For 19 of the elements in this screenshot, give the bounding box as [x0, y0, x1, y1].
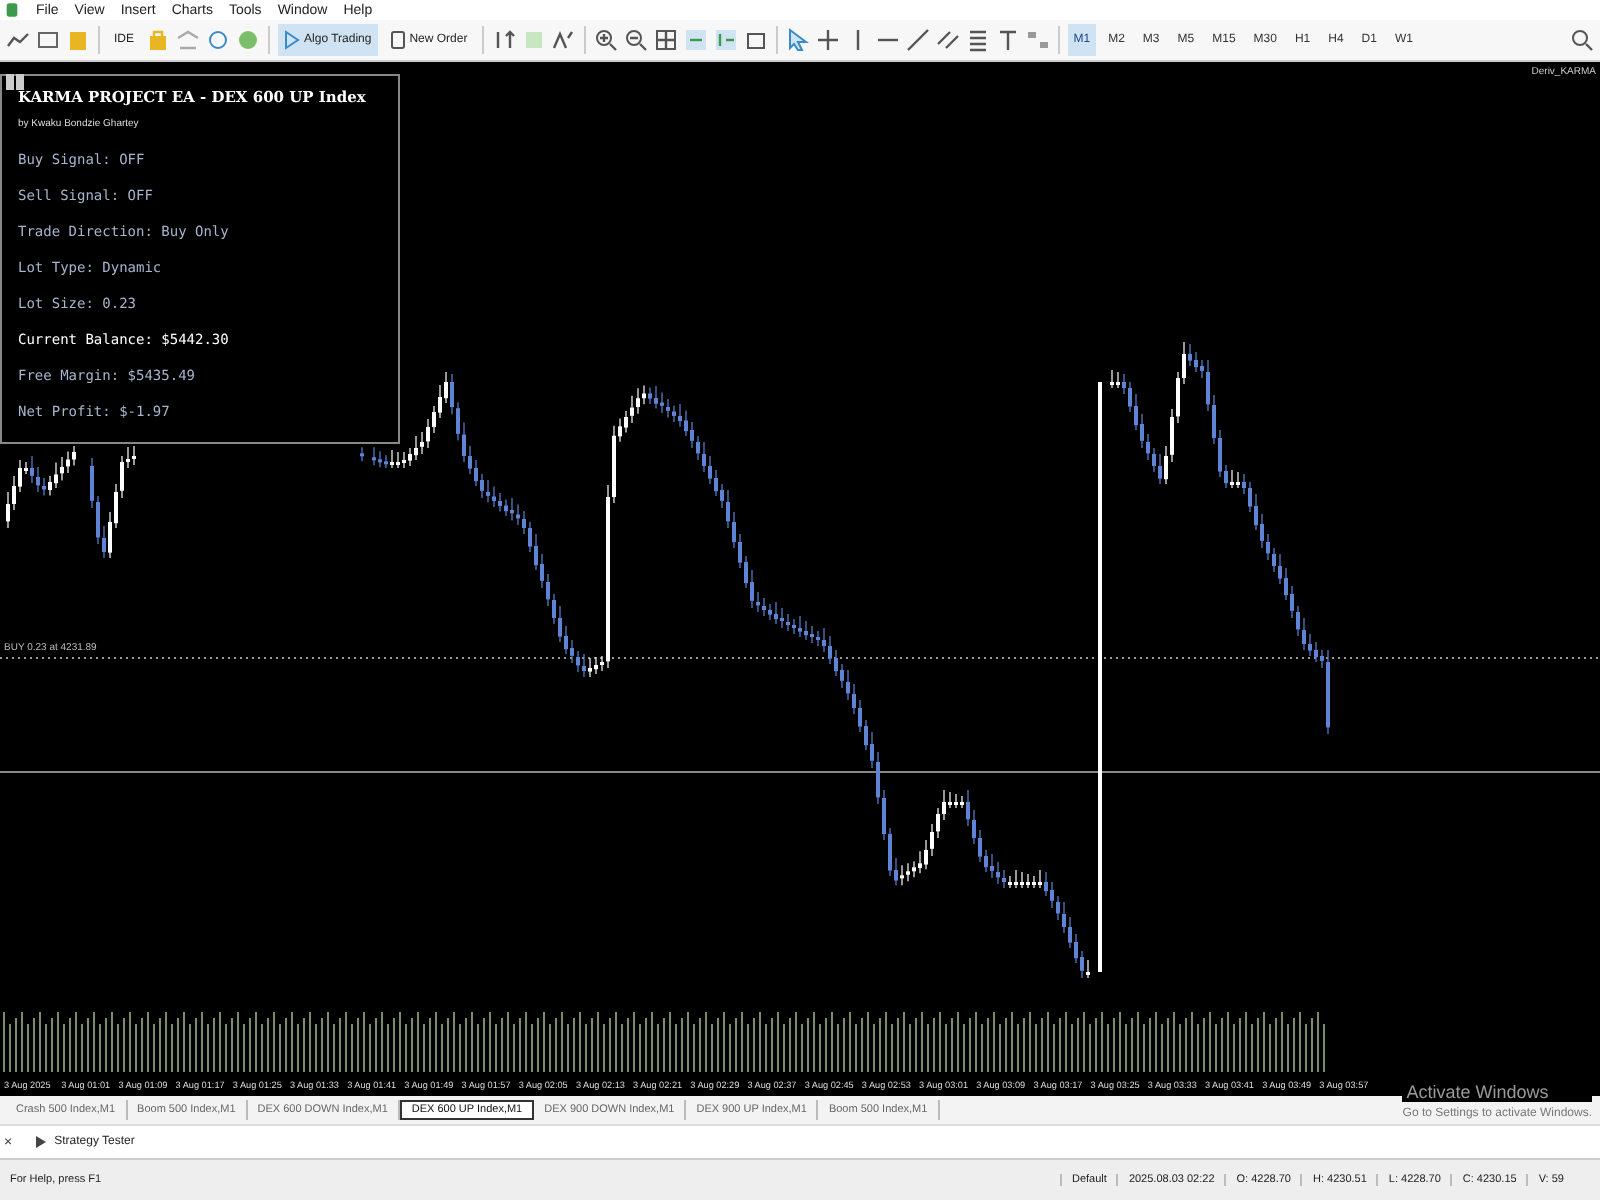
play-icon — [284, 30, 301, 50]
app-logo-icon[interactable] — [4, 2, 20, 18]
cursor-icon[interactable] — [785, 28, 810, 52]
zoom-out-icon[interactable] — [623, 28, 648, 52]
document-icon — [389, 30, 406, 50]
trendline-icon[interactable] — [905, 28, 930, 52]
search-icon[interactable] — [1570, 28, 1594, 52]
panel-grip-icon[interactable] — [4, 70, 26, 94]
candlestick — [360, 446, 364, 462]
zoom-in-icon[interactable] — [593, 28, 618, 52]
expand-arrow-icon — [36, 1136, 47, 1148]
activation-notice: Activate Windows — [1402, 1082, 1592, 1102]
line-chart-icon[interactable] — [6, 28, 30, 52]
text-icon[interactable] — [995, 28, 1020, 52]
fibonacci-icon[interactable] — [965, 28, 990, 52]
sort-icon[interactable] — [491, 28, 516, 52]
crosshair-icon[interactable] — [815, 28, 840, 52]
tile-icon[interactable] — [653, 28, 678, 52]
channel-icon[interactable] — [935, 28, 960, 52]
